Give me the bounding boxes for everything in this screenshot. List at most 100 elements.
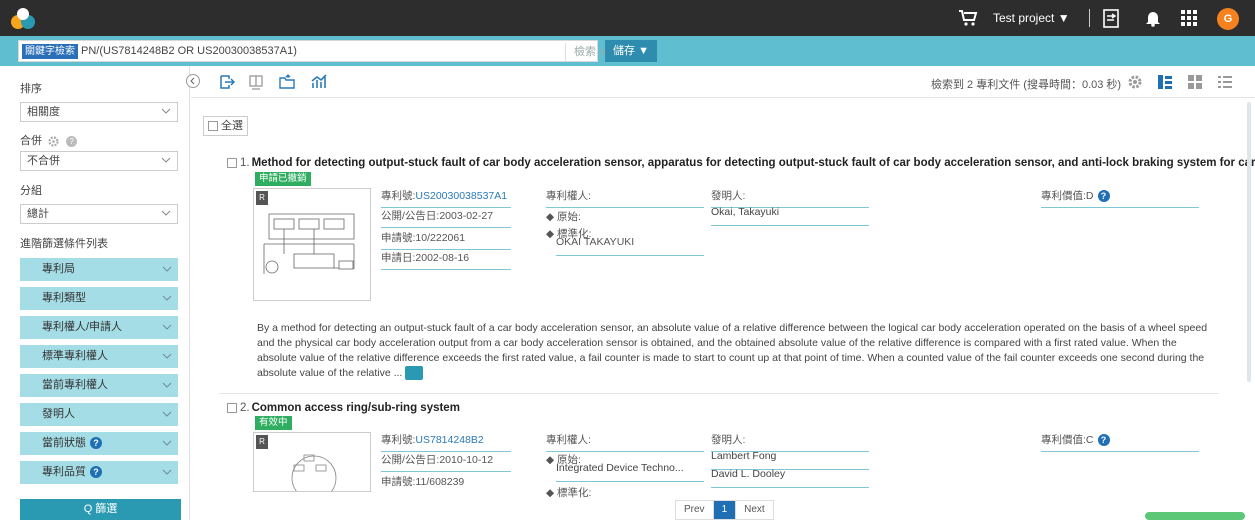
patent-diagram-image (263, 213, 355, 274)
select-all-checkbox[interactable]: 全選 (203, 116, 248, 136)
filter-section-label: 當前狀態 (42, 437, 86, 449)
compact-view-icon[interactable] (1217, 74, 1233, 90)
merge-select[interactable]: 不合併 (20, 151, 178, 171)
patent-drawing-thumbnail[interactable]: R (253, 432, 371, 492)
filter-button[interactable]: Q 篩選 (20, 499, 181, 520)
prev-page-button[interactable]: Prev (676, 501, 714, 519)
result-title[interactable]: 2. Common access ring/sub-ring system (227, 402, 460, 414)
filter-section[interactable]: 專利局 (20, 258, 178, 281)
publication-date: 公開/公告日:2010-10-12 (381, 452, 511, 472)
search-query[interactable]: PN/(US7814248B2 OR US20030038537A1) (81, 45, 297, 57)
chevron-down-icon (162, 440, 172, 446)
search-mode-tag[interactable]: 關鍵字檢索 (22, 44, 78, 59)
sort-value: 相關度 (27, 106, 60, 118)
chevron-down-icon (161, 157, 171, 163)
divider (1089, 9, 1090, 27)
filter-section-label: 當前專利權人 (42, 379, 108, 391)
chevron-down-icon (161, 210, 171, 216)
help-icon[interactable]: ? (66, 135, 78, 147)
filter-section[interactable]: 標準專利權人 (20, 345, 178, 368)
chevron-down-icon (162, 266, 172, 272)
floating-action-button[interactable] (1145, 512, 1245, 520)
patent-value: 專利價值:C? (1041, 432, 1199, 452)
merge-label-text: 合併 (20, 135, 42, 147)
checkbox[interactable] (208, 121, 218, 132)
chevron-down-icon (162, 295, 172, 301)
filter-section-label: 發明人 (42, 408, 75, 420)
sort-select[interactable]: 相關度 (20, 102, 178, 122)
patent-number-link[interactable]: US20030038537A1 (415, 190, 507, 202)
assignee-label: 專利權人: (546, 432, 704, 452)
next-page-button[interactable]: Next (736, 501, 773, 519)
application-date: 申請日:2002-08-16 (381, 250, 511, 270)
add-to-folder-icon[interactable] (279, 74, 295, 90)
help-icon[interactable]: ? (1097, 434, 1110, 447)
analysis-chart-icon[interactable] (311, 74, 327, 90)
filter-section[interactable]: 當前狀態? (20, 432, 178, 455)
result-index: 1. (240, 157, 250, 169)
patent-value-text: 專利價值:C (1041, 434, 1094, 446)
help-icon[interactable]: ? (90, 437, 102, 450)
standardized-assignee[interactable]: OKAI TAKAYUKI (556, 236, 704, 256)
apps-grid-icon[interactable] (1181, 10, 1197, 26)
patent-number-label: 專利號: (381, 190, 416, 202)
settings-gear-icon[interactable] (1127, 74, 1143, 90)
filter-section[interactable]: 專利類型 (20, 287, 178, 310)
result-title-text[interactable]: Common access ring/sub-ring system (252, 402, 460, 414)
scrollbar[interactable] (1247, 102, 1251, 382)
export-icon[interactable] (1103, 9, 1119, 28)
result-index: 2. (240, 402, 250, 414)
user-avatar[interactable]: G (1217, 8, 1239, 30)
representative-label: R (256, 191, 268, 205)
inventor-name[interactable]: Okai, Takayuki (711, 206, 869, 226)
filter-section[interactable]: 專利權人/申請人 (20, 316, 178, 339)
list-view-icon[interactable] (1157, 74, 1173, 90)
app-logo-icon[interactable] (10, 6, 36, 30)
patent-value: 專利價值:D? (1041, 188, 1199, 208)
save-button[interactable]: 儲存 ▼ (605, 40, 657, 62)
patent-number-label: 專利號: (381, 434, 416, 446)
result-title-text[interactable]: Method for detecting output-stuck fault … (252, 157, 1255, 169)
chevron-down-icon (161, 108, 171, 114)
patent-drawing-thumbnail[interactable]: R (253, 188, 371, 301)
gear-icon[interactable] (48, 135, 59, 147)
original-assignee[interactable]: Integrated Device Techno... (556, 462, 704, 482)
inventor-name[interactable]: David L. Dooley (711, 468, 869, 488)
application-number: 申請號:10/222061 (381, 230, 511, 250)
help-icon[interactable]: ? (1097, 190, 1110, 203)
group-select[interactable]: 總計 (20, 204, 178, 224)
result-divider (219, 393, 1219, 394)
results-panel: 檢索到 2 專利文件 (搜尋時間：0.03 秒) 全選 1. Method for… (191, 66, 1255, 520)
inventor-name[interactable]: Lambert Fong (711, 450, 869, 470)
compare-icon[interactable] (248, 74, 264, 90)
patent-number-field: 專利號:US7814248B2 (381, 432, 511, 452)
merge-value: 不合併 (27, 155, 60, 167)
filter-section[interactable]: 專利品質? (20, 461, 178, 484)
abstract-body: By a method for detecting an output-stuc… (257, 322, 1208, 379)
cart-icon[interactable] (958, 9, 978, 27)
project-selector[interactable]: Test project ▼ (993, 11, 1070, 25)
help-icon[interactable]: ? (90, 466, 102, 479)
grid-view-icon[interactable] (1187, 74, 1203, 90)
top-navbar: Test project ▼ G (0, 0, 1255, 36)
current-page-button[interactable]: 1 (713, 501, 737, 519)
filter-section[interactable]: 發明人 (20, 403, 178, 426)
chevron-down-icon (162, 411, 172, 417)
status-badge: 有效中 (255, 416, 292, 430)
search-input[interactable]: 關鍵字檢索 PN/(US7814248B2 OR US20030038537A1… (18, 40, 607, 62)
patent-number-link[interactable]: US7814248B2 (415, 434, 483, 446)
abstract-text: By a method for detecting an output-stuc… (257, 321, 1217, 381)
inventor-label: 發明人: (711, 188, 869, 208)
export-results-icon[interactable] (219, 74, 235, 90)
expand-abstract-button[interactable] (405, 366, 424, 381)
inventor-label: 發明人: (711, 432, 869, 452)
assignee-label: 專利權人: (546, 188, 704, 208)
results-toolbar: 檢索到 2 專利文件 (搜尋時間：0.03 秒) (191, 66, 1255, 98)
filter-section[interactable]: 當前專利權人 (20, 374, 178, 397)
result-checkbox[interactable] (227, 157, 237, 168)
result-checkbox[interactable] (227, 402, 237, 413)
bell-icon[interactable] (1145, 9, 1161, 27)
result-title[interactable]: 1. Method for detecting output-stuck faul… (227, 157, 1255, 169)
application-number: 申請號:11/608239 (381, 476, 465, 488)
result-count: 檢索到 2 專利文件 (搜尋時間：0.03 秒) (931, 79, 1122, 91)
